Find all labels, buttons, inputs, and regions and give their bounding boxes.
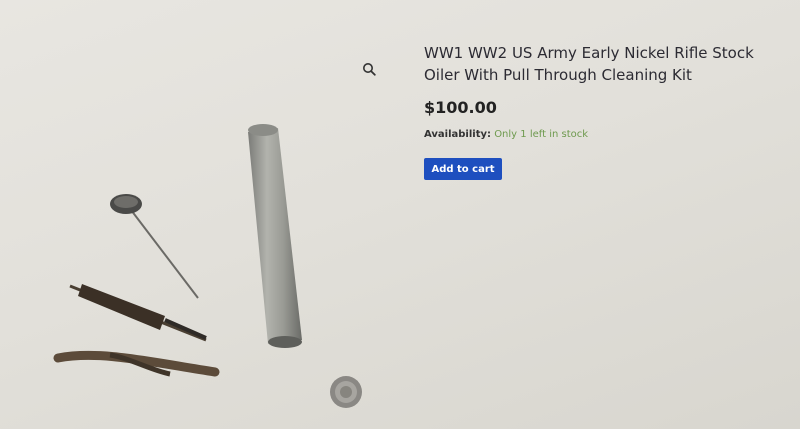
pull-through-cord: [53, 350, 220, 377]
product-title: WW1 WW2 US Army Early Nickel Rifle Stock…: [424, 44, 754, 84]
product-price: $100.00: [424, 98, 497, 117]
availability-label: Availability:: [424, 129, 491, 140]
search-icon: [363, 63, 376, 76]
oiler-tube: [248, 124, 302, 348]
product-details: WW1 WW2 US Army Early Nickel Rifle Stock…: [424, 42, 794, 180]
dropper-rod: [110, 194, 199, 299]
add-to-cart-button[interactable]: Add to cart: [424, 158, 502, 180]
availability: Availability: Only 1 left in stock: [424, 129, 794, 140]
availability-value: Only 1 left in stock: [494, 129, 589, 140]
zoom-button[interactable]: [358, 58, 380, 80]
cleaning-brush: [69, 284, 207, 342]
product-image: [53, 124, 362, 408]
oiler-cap: [330, 376, 362, 408]
